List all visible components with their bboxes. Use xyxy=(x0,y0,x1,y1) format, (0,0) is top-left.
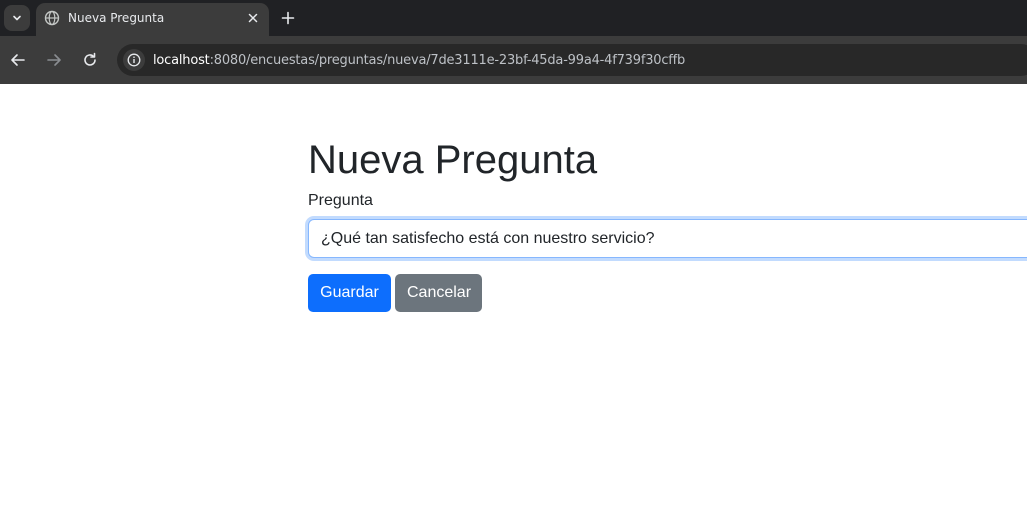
tab-nueva-pregunta[interactable]: Nueva Pregunta xyxy=(36,3,269,36)
arrow-left-icon xyxy=(11,54,25,66)
tab-title: Nueva Pregunta xyxy=(68,11,165,25)
page-title: Nueva Pregunta xyxy=(308,138,598,182)
browser-toolbar: localhost:8080/encuestas/preguntas/nueva… xyxy=(0,36,1027,84)
url-path: :8080/encuestas/preguntas/nueva/7de3111e… xyxy=(209,53,686,68)
page-content: Nueva Pregunta Pregunta Guardar Cancelar xyxy=(0,84,1027,528)
pregunta-input[interactable] xyxy=(308,219,1027,258)
new-tab-button[interactable] xyxy=(276,6,300,30)
chevron-down-icon xyxy=(13,15,21,21)
address-bar[interactable]: localhost:8080/encuestas/preguntas/nueva… xyxy=(117,44,1027,76)
reload-icon xyxy=(84,52,96,66)
close-icon xyxy=(248,13,258,23)
info-icon xyxy=(127,53,141,67)
url-host: localhost xyxy=(153,53,210,68)
globe-icon xyxy=(44,10,60,26)
browser-tabstrip: Nueva Pregunta xyxy=(0,0,1027,36)
tab-search-button[interactable] xyxy=(4,5,30,31)
reload-button[interactable] xyxy=(78,48,102,72)
url-text: localhost:8080/encuestas/preguntas/nueva… xyxy=(153,53,685,68)
pregunta-label: Pregunta xyxy=(308,192,373,209)
arrow-right-icon xyxy=(47,54,61,66)
cancel-button[interactable]: Cancelar xyxy=(395,274,482,312)
tab-close-button[interactable] xyxy=(245,10,261,26)
forward-button[interactable] xyxy=(42,48,66,72)
plus-icon xyxy=(281,11,295,25)
back-button[interactable] xyxy=(6,48,30,72)
save-button[interactable]: Guardar xyxy=(308,274,391,312)
site-info-button[interactable] xyxy=(123,49,145,71)
